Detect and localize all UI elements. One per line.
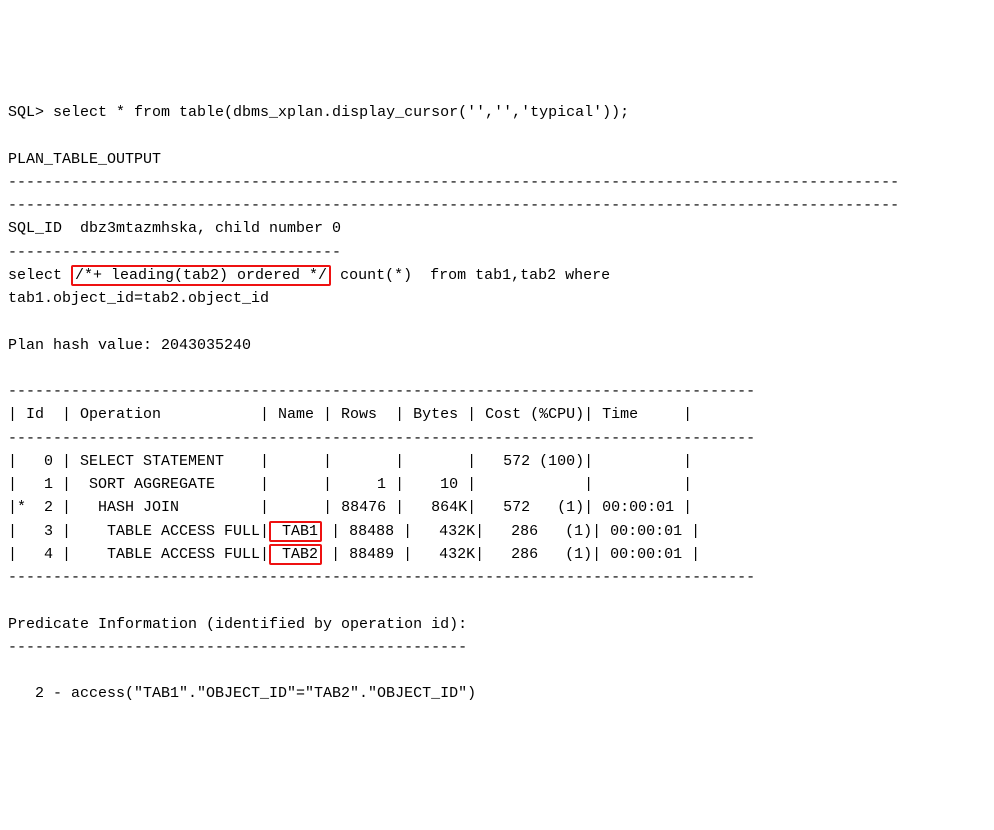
plan-table-border: ----------------------------------------… xyxy=(8,569,755,586)
select-tail: count(*) from tab1,tab2 where xyxy=(331,267,610,284)
query-text-line2: tab1.object_id=tab2.object_id xyxy=(8,290,269,307)
plan-row-post: | 88476 | 864K| 572 (1)| 00:00:01 | xyxy=(314,499,692,516)
predicate-info-header: Predicate Information (identified by ope… xyxy=(8,616,467,633)
plan-row-pre: | 4 | TABLE ACCESS FULL| xyxy=(8,546,269,563)
plan-table-output-label: PLAN_TABLE_OUTPUT xyxy=(8,151,161,168)
query-text-line1: select /*+ leading(tab2) ordered */ coun… xyxy=(8,265,610,286)
plan-row-pre: |* 2 | HASH JOIN | xyxy=(8,499,269,516)
plan-table-border: ----------------------------------------… xyxy=(8,383,755,400)
table-name-highlight: TAB2 xyxy=(269,544,322,565)
plan-row-post: | 88488 | 432K| 286 (1)| 00:00:01 | xyxy=(322,523,700,540)
plan-row-pre: | 3 | TABLE ACCESS FULL| xyxy=(8,523,269,540)
select-keyword: select xyxy=(8,267,71,284)
plan-row-0: | 0 | SELECT STATEMENT | | | | 572 (100)… xyxy=(8,453,692,470)
divider-line: ------------------------------------- xyxy=(8,244,341,261)
optimizer-hint-highlight: /*+ leading(tab2) ordered */ xyxy=(71,265,331,286)
sql-id-line: SQL_ID dbz3mtazmhska, child number 0 xyxy=(8,220,341,237)
plan-table-border: ----------------------------------------… xyxy=(8,430,755,447)
plan-row-post: | 88489 | 432K| 286 (1)| 00:00:01 | xyxy=(322,546,700,563)
sql-prompt: SQL> xyxy=(8,104,53,121)
plan-row-4: | 4 | TABLE ACCESS FULL| TAB2 | 88489 | … xyxy=(8,544,700,565)
plan-row-name xyxy=(269,499,314,516)
plan-row-3: | 3 | TABLE ACCESS FULL| TAB1 | 88488 | … xyxy=(8,521,700,542)
sql-command: select * from table(dbms_xplan.display_c… xyxy=(53,104,629,121)
plan-row-1: | 1 | SORT AGGREGATE | | 1 | 10 | | | xyxy=(8,476,692,493)
plan-hash-value: Plan hash value: 2043035240 xyxy=(8,337,251,354)
plan-table-header: | Id | Operation | Name | Rows | Bytes |… xyxy=(8,406,692,423)
predicate-line: 2 - access("TAB1"."OBJECT_ID"="TAB2"."OB… xyxy=(8,685,476,702)
table-name-highlight: TAB1 xyxy=(269,521,322,542)
divider-line: ----------------------------------------… xyxy=(8,197,899,214)
divider-line: ----------------------------------------… xyxy=(8,174,899,191)
terminal-output: SQL> select * from table(dbms_xplan.disp… xyxy=(8,101,986,706)
divider-line: ----------------------------------------… xyxy=(8,639,467,656)
plan-row-2: |* 2 | HASH JOIN | | 88476 | 864K| 572 (… xyxy=(8,499,692,516)
